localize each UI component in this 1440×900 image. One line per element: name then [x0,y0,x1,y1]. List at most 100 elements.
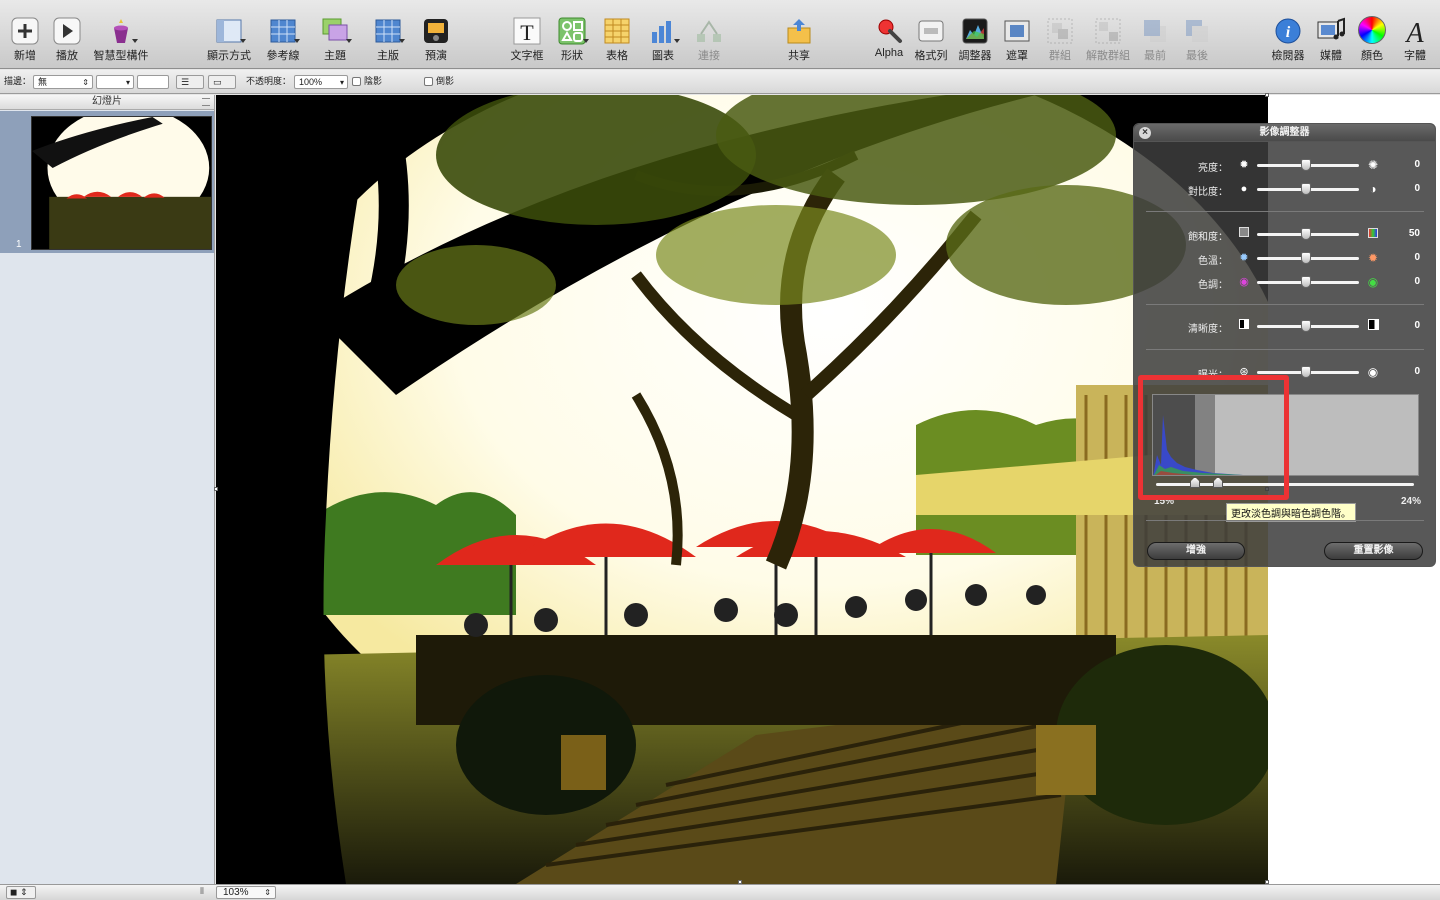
stepper-icon: ⇕ [82,78,89,87]
enhance-button[interactable]: 增強 [1147,542,1245,560]
masters-icon [373,16,405,46]
tint-slider-knob[interactable] [1301,276,1311,288]
temperature-slider-knob[interactable] [1301,252,1311,264]
contrast-row: 對比度： ● ◑ 0 [1134,180,1434,198]
play-icon [52,16,82,46]
stepper-icon: ⇕ [264,888,271,897]
slide-photo[interactable] [216,95,1268,884]
stroke-value: 無 [38,77,48,87]
brightness-slider-knob[interactable] [1301,159,1311,171]
format-bar: 描邊： 無 ⇕ ▾ ☰ ▭ 不透明度： 100% ▾ 陰影 倒影 [0,70,1440,94]
sharpness-high-icon [1366,319,1380,333]
zoom-value: 103% [223,887,249,898]
aperture-open-icon: ◉ [1367,365,1379,379]
rehearse-icon [421,16,451,46]
contrast-label: 對比度： [1188,187,1228,198]
exposure-slider-knob[interactable] [1301,366,1311,378]
opacity-value: 100% [299,77,323,87]
inspector-icon: i [1273,16,1303,46]
grip-icon[interactable] [202,98,210,106]
checkbox-icon [424,77,433,87]
saturation-value: 50 [1408,228,1420,239]
themes-icon [320,16,352,46]
sharpness-low-icon [1237,319,1251,333]
contrast-slider-knob[interactable] [1301,183,1311,195]
stroke-width-select[interactable]: ▾ [96,75,134,89]
navigator-title: 幻燈片 [92,96,122,107]
divider [1146,349,1424,350]
share-icon [784,16,814,46]
saturation-low-icon [1237,227,1251,241]
connect-button[interactable]: 連接 [684,14,734,64]
front-icon [1140,16,1170,46]
temperature-label: 色溫： [1198,256,1228,267]
sharpness-label: 清晰度： [1188,324,1228,335]
temperature-row: 色溫： ✹ ✹ 0 [1134,249,1434,267]
reset-image-button[interactable]: 重置影像 [1324,542,1423,560]
shadow-checkbox[interactable]: 陰影 [352,75,382,89]
saturation-high-icon [1366,227,1380,241]
resize-grip-icon[interactable]: ⦀ [200,886,204,897]
send-to-back-button[interactable]: 最後 [1172,14,1222,64]
zoom-select[interactable]: 103% ⇕ [216,886,276,899]
panel-title-bar: 影像調整器 [1134,124,1435,142]
saturation-label: 飽和度： [1188,232,1228,243]
saturation-row: 飽和度： 50 [1134,225,1434,243]
levels-right-value: 24% [1400,496,1421,507]
saturation-slider-knob[interactable] [1301,228,1311,240]
contrast-low-icon: ● [1240,183,1248,195]
sliders-icon: ☰ [181,77,190,87]
adjust-icon [960,16,990,46]
sharpness-slider-knob[interactable] [1301,320,1311,332]
close-icon[interactable]: × [1139,127,1151,139]
divider [1146,520,1424,521]
stroke-color-well[interactable] [137,75,169,89]
exposure-value: 0 [1414,366,1420,377]
fonts-button[interactable]: A 字體 [1390,14,1440,64]
mask-icon [1002,16,1032,46]
view-button[interactable]: 顯示方式 [204,14,254,64]
rehearse-button[interactable]: 預演 [411,14,461,64]
shapes-icon [557,16,589,46]
play-button[interactable]: 播放 [42,14,92,64]
colors-icon [1357,16,1387,46]
contrast-high-icon: ◑ [1369,182,1377,196]
connect-icon [694,16,724,46]
checkbox-icon [352,77,361,87]
shadow-label: 陰影 [364,76,383,86]
smart-builds-icon [106,16,138,46]
magenta-icon: ◉ [1239,276,1249,288]
reflection-label: 倒影 [436,76,455,86]
plus-icon [10,16,40,46]
slide-number: 1 [16,239,22,250]
slide-canvas[interactable] [216,95,1268,884]
chevron-down-icon: ▾ [125,78,130,87]
fonts-icon: A [1400,16,1430,49]
slide-thumbnail[interactable] [31,116,212,250]
highlight-box [1138,375,1289,500]
opacity-field[interactable]: 100% ▾ [294,75,348,89]
smart-builds-button[interactable]: 智慧型構件 [94,14,149,64]
resize-handle[interactable] [214,487,218,491]
mask-frame-button[interactable]: ▭ [208,75,236,89]
resize-handle[interactable] [1265,93,1269,97]
sun-small-icon: ✹ [1239,159,1249,171]
view-icon [214,16,246,46]
status-bar: ◼ ⇕ ⦀ 103% ⇕ [0,884,1440,900]
tint-row: 色調： ◉ ◉ 0 [1134,273,1434,291]
stroke-select[interactable]: 無 ⇕ [33,75,93,89]
share-button[interactable]: 共享 [774,14,824,64]
svg-text:T: T [520,20,534,45]
reflection-checkbox[interactable]: 倒影 [424,75,454,89]
brightness-row: 亮度： ✹ ✺ 0 [1134,156,1434,174]
cool-icon: ✹ [1239,252,1249,264]
tint-value: 0 [1414,276,1420,287]
chart-icon [648,16,680,46]
view-options-button[interactable]: ◼ ⇕ [6,886,36,899]
alpha-icon [874,16,904,46]
contrast-value: 0 [1414,183,1420,194]
adjust-lines-button[interactable]: ☰ [176,75,204,89]
panel-title: 影像調整器 [1259,127,1310,138]
divider [1146,304,1424,305]
slide-navigator: 幻燈片 1 [0,95,215,884]
